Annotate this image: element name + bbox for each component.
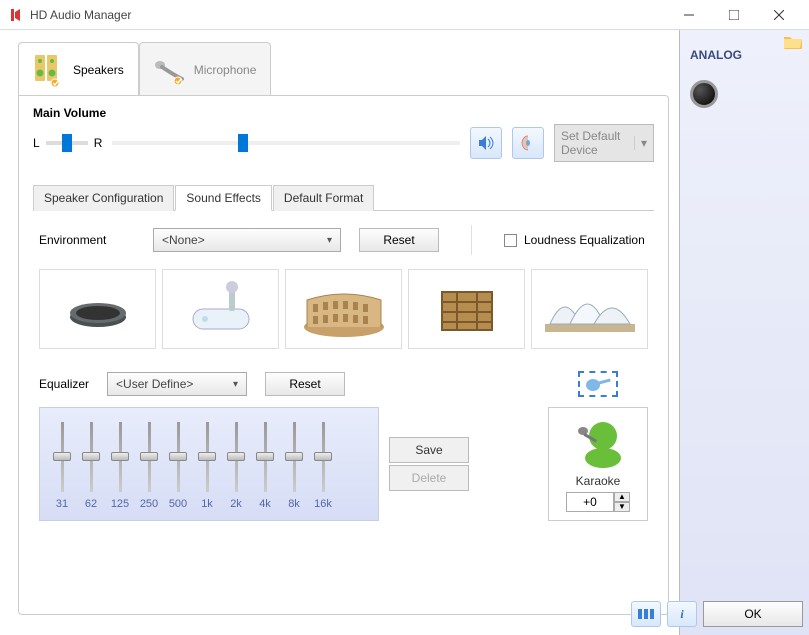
balance-right-label: R <box>94 136 103 150</box>
env-preset-colosseum[interactable] <box>285 269 402 349</box>
subtab-default-format[interactable]: Default Format <box>273 185 374 211</box>
info-button[interactable]: i <box>667 601 697 627</box>
eq-band-label: 125 <box>111 498 129 510</box>
environment-label: Environment <box>39 233 135 247</box>
karaoke-value[interactable]: +0 <box>566 492 614 512</box>
app-icon <box>8 7 24 23</box>
folder-icon[interactable] <box>783 34 803 50</box>
set-default-device-button[interactable]: Set Default Device ▾ <box>554 124 654 162</box>
equalizer-combo[interactable]: <User Define> ▾ <box>107 372 247 396</box>
microphone-icon <box>152 53 186 87</box>
eq-band-label: 16k <box>314 498 332 510</box>
eq-band-label: 8k <box>288 498 300 510</box>
mute-button[interactable] <box>470 127 502 159</box>
sound-scheme-button[interactable] <box>512 127 544 159</box>
subtab-sound-effects[interactable]: Sound Effects <box>175 185 272 211</box>
environment-value: <None> <box>162 233 205 247</box>
karaoke-icon <box>571 416 625 470</box>
window-title: HD Audio Manager <box>30 8 666 22</box>
balance-left-label: L <box>33 136 40 150</box>
chevron-down-icon: ▾ <box>327 235 332 246</box>
env-preset-bathroom[interactable] <box>162 269 279 349</box>
loudness-label: Loudness Equalization <box>524 233 645 247</box>
eq-slider-2k[interactable] <box>226 422 246 492</box>
karaoke-label: Karaoke <box>576 474 621 488</box>
equalizer-value: <User Define> <box>116 377 193 391</box>
eq-band-8k: 8k <box>284 422 304 514</box>
eq-band-label: 500 <box>169 498 187 510</box>
tab-speakers[interactable]: Speakers <box>18 42 139 95</box>
eq-band-250: 250 <box>139 422 159 514</box>
eq-band-2k: 2k <box>226 422 246 514</box>
speakers-icon <box>31 53 65 87</box>
eq-band-label: 1k <box>201 498 213 510</box>
divider <box>471 225 472 255</box>
eq-band-62: 62 <box>81 422 101 514</box>
equalizer-delete-button[interactable]: Delete <box>389 465 469 491</box>
tab-microphone[interactable]: Microphone <box>139 42 272 95</box>
ok-button[interactable]: OK <box>703 601 803 627</box>
env-preset-opera-house[interactable] <box>531 269 648 349</box>
eq-band-label: 4k <box>259 498 271 510</box>
equalizer-preset-guitar[interactable] <box>578 371 618 397</box>
set-default-label: Set Default Device <box>561 129 634 157</box>
eq-band-500: 500 <box>168 422 188 514</box>
equalizer-sliders: 31 62 125 250 500 1k 2k 4k 8k 16k <box>39 407 379 521</box>
equalizer-save-button[interactable]: Save <box>389 437 469 463</box>
eq-band-label: 250 <box>140 498 158 510</box>
main-volume-slider[interactable] <box>112 141 460 145</box>
eq-slider-16k[interactable] <box>313 422 333 492</box>
environment-combo[interactable]: <None> ▾ <box>153 228 341 252</box>
chevron-down-icon: ▾ <box>634 136 647 150</box>
equalizer-reset-button[interactable]: Reset <box>265 372 345 396</box>
eq-band-125: 125 <box>110 422 130 514</box>
karaoke-spin-down[interactable]: ▼ <box>614 502 630 512</box>
minimize-button[interactable] <box>666 1 711 29</box>
eq-band-label: 2k <box>230 498 242 510</box>
eq-slider-1k[interactable] <box>197 422 217 492</box>
balance-slider[interactable] <box>46 141 88 145</box>
eq-band-label: 62 <box>85 498 97 510</box>
env-preset-sewer-pipe[interactable] <box>39 269 156 349</box>
eq-band-1k: 1k <box>197 422 217 514</box>
eq-band-31: 31 <box>52 422 72 514</box>
environment-reset-button[interactable]: Reset <box>359 228 439 252</box>
close-button[interactable] <box>756 1 801 29</box>
tab-microphone-label: Microphone <box>194 63 257 77</box>
eq-band-label: 31 <box>56 498 68 510</box>
eq-band-4k: 4k <box>255 422 275 514</box>
eq-slider-125[interactable] <box>110 422 130 492</box>
eq-slider-4k[interactable] <box>255 422 275 492</box>
eq-slider-500[interactable] <box>168 422 188 492</box>
karaoke-box: Karaoke +0 ▲ ▼ <box>548 407 648 521</box>
env-preset-warehouse[interactable] <box>408 269 525 349</box>
karaoke-spin-up[interactable]: ▲ <box>614 492 630 502</box>
analog-label: ANALOG <box>690 48 799 62</box>
main-volume-label: Main Volume <box>33 106 654 120</box>
subtab-speaker-configuration[interactable]: Speaker Configuration <box>33 185 174 211</box>
eq-slider-250[interactable] <box>139 422 159 492</box>
settings-button[interactable] <box>631 601 661 627</box>
tab-speakers-label: Speakers <box>73 63 124 77</box>
chevron-down-icon: ▾ <box>233 379 238 390</box>
eq-band-16k: 16k <box>313 422 333 514</box>
equalizer-label: Equalizer <box>39 377 89 391</box>
analog-jack[interactable] <box>690 80 718 108</box>
loudness-checkbox[interactable] <box>504 234 517 247</box>
eq-slider-8k[interactable] <box>284 422 304 492</box>
eq-slider-31[interactable] <box>52 422 72 492</box>
eq-slider-62[interactable] <box>81 422 101 492</box>
maximize-button[interactable] <box>711 1 756 29</box>
